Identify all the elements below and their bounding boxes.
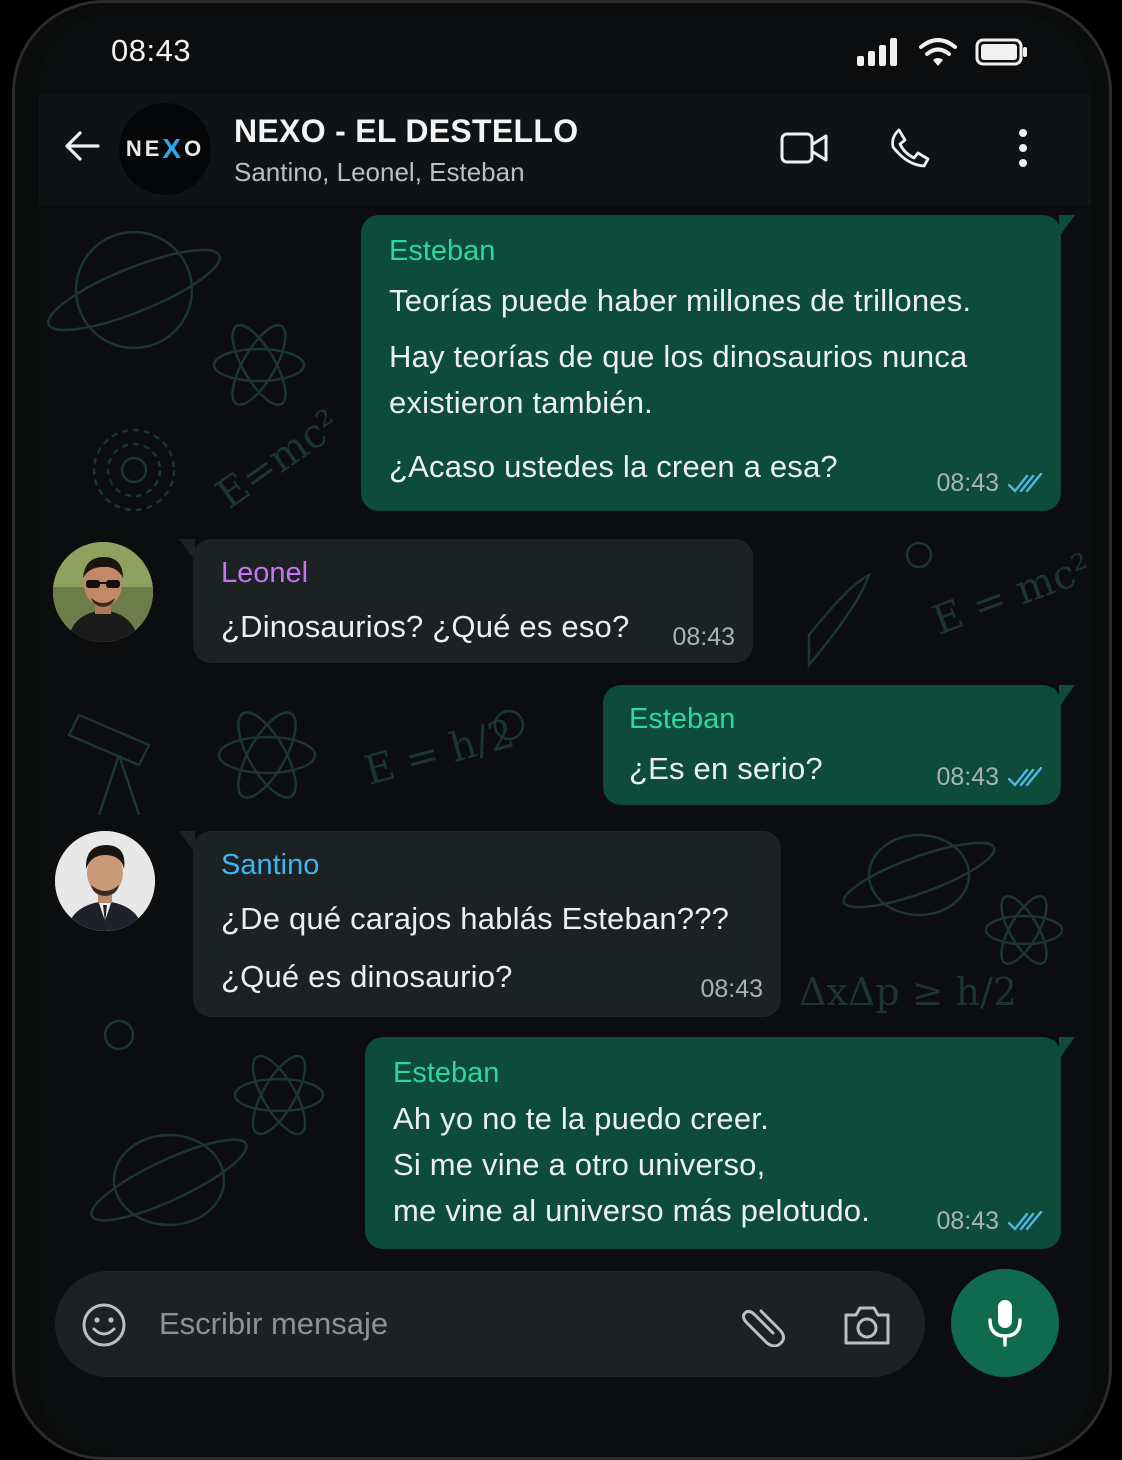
message-time: 08:43 bbox=[936, 763, 999, 791]
message-text: existieron también. bbox=[389, 385, 653, 420]
microphone-icon bbox=[988, 1300, 1022, 1347]
message-meta: 08:43 bbox=[672, 623, 735, 652]
avatar-leonel[interactable] bbox=[53, 542, 153, 642]
message-text: Ah yo no te la puedo creer. bbox=[393, 1101, 769, 1136]
status-icons bbox=[857, 37, 1029, 67]
arrow-left-icon bbox=[65, 131, 100, 161]
message-text: Hay teorías de que los dinosaurios nunca bbox=[389, 339, 968, 374]
status-time: 08:43 bbox=[111, 33, 192, 68]
message-text: Si me vine a otro universo, bbox=[393, 1147, 766, 1182]
double-check-icon bbox=[1007, 766, 1043, 787]
phone-frame: E=mc² E = mc² E = h/2 ΔxΔp ≥ h/2 08:43 N… bbox=[12, 0, 1112, 1460]
chat-title[interactable]: NEXO - EL DESTELLO bbox=[234, 113, 578, 150]
emoji-icon bbox=[82, 1303, 126, 1347]
message-sender: Santino bbox=[221, 849, 320, 881]
message-time: 08:43 bbox=[936, 469, 999, 497]
svg-text:E=mc²: E=mc² bbox=[208, 401, 348, 518]
message-text: Teorías puede haber millones de trillone… bbox=[389, 283, 972, 318]
message-time: 08:43 bbox=[700, 975, 763, 1003]
message-sender: Esteban bbox=[629, 703, 736, 735]
svg-text:E = h/2: E = h/2 bbox=[360, 711, 520, 795]
svg-text:E = mc²: E = mc² bbox=[927, 545, 1091, 644]
video-call-button[interactable] bbox=[777, 121, 831, 175]
message-bubble-in[interactable]: Santino ¿De qué carajos hablás Esteban??… bbox=[179, 831, 781, 1017]
svg-text:ΔxΔp ≥ h/2: ΔxΔp ≥ h/2 bbox=[799, 970, 1017, 1014]
wifi-icon bbox=[919, 38, 957, 66]
more-vertical-icon bbox=[1019, 129, 1027, 167]
camera-icon bbox=[844, 1306, 890, 1345]
message-sender: Esteban bbox=[389, 235, 496, 267]
paperclip-icon bbox=[741, 1309, 786, 1347]
chat-screen: E=mc² E = mc² E = h/2 ΔxΔp ≥ h/2 08:43 N… bbox=[39, 15, 1091, 1455]
message-text: ¿De qué carajos hablás Esteban??? bbox=[221, 901, 730, 936]
back-button[interactable] bbox=[59, 123, 105, 169]
message-meta: 08:43 bbox=[936, 469, 1043, 498]
message-bubble-out[interactable]: Esteban ¿Es en serio? 08:43 bbox=[603, 685, 1075, 805]
battery-icon bbox=[975, 38, 1027, 66]
message-bubble-out[interactable]: Esteban Teorías puede haber millones de … bbox=[361, 215, 1075, 511]
avatar-santino[interactable] bbox=[55, 831, 155, 931]
message-meta: 08:43 bbox=[936, 1207, 1043, 1236]
message-bubble-out[interactable]: Esteban Ah yo no te la puedo creer. Si m… bbox=[365, 1037, 1075, 1249]
attach-button[interactable] bbox=[739, 1301, 791, 1349]
message-text: me vine al universo más pelotudo. bbox=[393, 1193, 871, 1228]
message-sender: Leonel bbox=[221, 557, 309, 589]
message-text: ¿Dinosaurios? ¿Qué es eso? bbox=[221, 609, 630, 644]
mic-button[interactable] bbox=[951, 1269, 1059, 1377]
status-bar: 08:43 bbox=[39, 15, 1091, 95]
message-text: ¿Es en serio? bbox=[629, 751, 823, 786]
profile-photo-leonel bbox=[53, 542, 153, 642]
group-avatar[interactable]: NE X O bbox=[119, 103, 211, 195]
message-composer bbox=[55, 1271, 925, 1377]
message-bubble-in[interactable]: Leonel ¿Dinosaurios? ¿Qué es eso? 08:43 bbox=[179, 539, 753, 663]
message-text: ¿Acaso ustedes la creen a esa? bbox=[389, 449, 838, 484]
message-time: 08:43 bbox=[936, 1207, 999, 1235]
message-meta: 08:43 bbox=[936, 763, 1043, 792]
double-check-icon bbox=[1007, 1210, 1043, 1231]
chat-members[interactable]: Santino, Leonel, Esteban bbox=[234, 157, 525, 188]
video-camera-icon bbox=[780, 132, 828, 164]
voice-call-button[interactable] bbox=[883, 121, 937, 175]
message-text: ¿Qué es dinosaurio? bbox=[221, 959, 513, 994]
message-meta: 08:43 bbox=[700, 975, 763, 1004]
camera-button[interactable] bbox=[841, 1301, 893, 1349]
group-logo-mid: X bbox=[162, 133, 185, 164]
chat-header: NE X O NEXO - EL DESTELLO Santino, Leonel,… bbox=[39, 95, 1091, 205]
profile-photo-santino bbox=[55, 831, 155, 931]
phone-icon bbox=[891, 128, 930, 168]
message-input[interactable] bbox=[159, 1301, 719, 1347]
menu-button[interactable] bbox=[996, 121, 1050, 175]
group-logo-right: O bbox=[184, 136, 205, 161]
group-logo-left: NE bbox=[125, 136, 163, 161]
message-sender: Esteban bbox=[393, 1057, 500, 1089]
double-check-icon bbox=[1007, 472, 1043, 493]
signal-icon bbox=[857, 38, 897, 66]
emoji-button[interactable] bbox=[81, 1302, 127, 1348]
message-time: 08:43 bbox=[672, 623, 735, 651]
